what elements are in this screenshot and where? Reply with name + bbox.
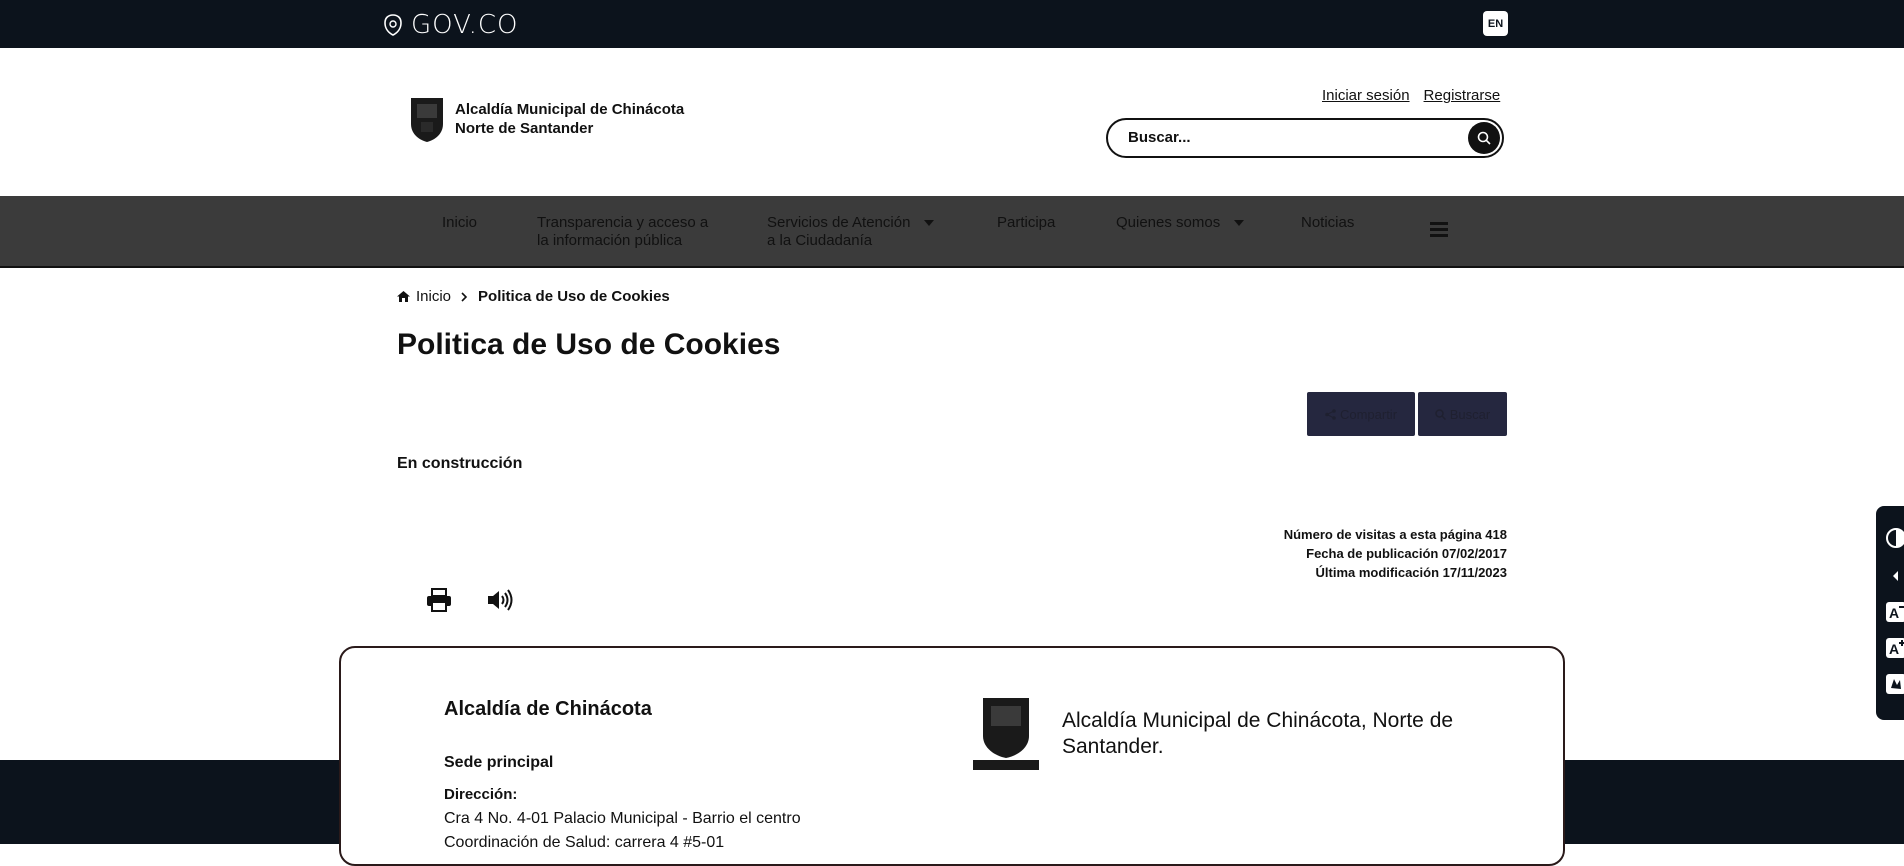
footer-coordination: Coordinación de Salud: carrera 4 #5-01: [444, 834, 725, 851]
search-icon: [1477, 131, 1491, 145]
page-body-text: En construcción: [397, 455, 523, 472]
collapse-arrow-icon[interactable]: [1884, 564, 1904, 588]
nav-label-line2: a la Ciudadanía: [767, 232, 873, 249]
nav-label: Noticias: [1301, 214, 1355, 231]
breadcrumb-home-link[interactable]: Inicio: [416, 288, 451, 305]
decrease-font-icon[interactable]: A: [1884, 600, 1904, 624]
register-link[interactable]: Registrarse: [1424, 87, 1501, 104]
breadcrumb-current: Politica de Uso de Cookies: [478, 288, 670, 305]
nav-label: Transparencia y acceso a: [537, 214, 709, 231]
share-label: Compartir: [1339, 406, 1398, 422]
nav-item-transparencia[interactable]: Transparencia y acceso a la información …: [537, 214, 708, 250]
gov-co-text: GOV.CO: [411, 10, 519, 40]
accessibility-bar: A A: [1876, 506, 1904, 720]
page-search-label: Buscar: [1449, 406, 1491, 422]
nav-label: Quienes somos: [1116, 214, 1221, 231]
nav-item-servicios[interactable]: Servicios de Atención a la Ciudadanía: [767, 214, 935, 250]
chevron-down-icon: [1234, 220, 1245, 226]
footer-address: Cra 4 No. 4-01 Palacio Municipal - Barri…: [444, 810, 801, 827]
gov-co-logo[interactable]: GOV.CO: [383, 10, 518, 40]
home-icon: [397, 291, 410, 302]
nav-label: Inicio: [442, 214, 478, 231]
share-button[interactable]: Compartir: [1307, 392, 1415, 436]
footer-sede: Sede principal: [444, 754, 554, 771]
visit-count: Número de visitas a esta página 418: [1283, 527, 1507, 542]
hamburger-menu-icon[interactable]: [1430, 222, 1448, 240]
share-icon: [1325, 408, 1336, 420]
page-tools: [426, 588, 514, 612]
footer-org-name: Alcaldía Municipal de Chinácota, Norte d…: [1062, 709, 1454, 758]
increase-font-icon[interactable]: A: [1884, 636, 1904, 660]
search-input[interactable]: [1126, 128, 1460, 147]
gov-shield-icon: [384, 14, 402, 36]
auth-links: Iniciar sesión Registrarse: [1322, 87, 1500, 104]
gov-top-bar: GOV.CO EN: [0, 0, 1904, 48]
page-metadata: Número de visitas a esta página 418 Fech…: [1284, 525, 1507, 582]
language-button[interactable]: EN: [1483, 11, 1508, 36]
site-header: Alcaldía Municipal de Chinácota Norte de…: [0, 48, 1904, 196]
municipal-crest-icon: [973, 698, 1039, 770]
municipal-crest-icon: [411, 98, 443, 142]
nav-label-line2: la información pública: [537, 232, 683, 249]
header-search: [1106, 118, 1504, 158]
page-search-button[interactable]: Buscar: [1418, 392, 1507, 436]
footer-address-label: Dirección:: [444, 786, 518, 803]
nav-label: Participa: [997, 214, 1056, 231]
sign-language-icon[interactable]: [1884, 672, 1904, 696]
search-icon: [1435, 408, 1446, 420]
nav-item-quienes-somos[interactable]: Quienes somos: [1116, 214, 1245, 232]
site-brand[interactable]: Alcaldía Municipal de Chinácota Norte de…: [405, 94, 684, 144]
brand-line-2: Norte de Santander: [455, 120, 594, 137]
login-link[interactable]: Iniciar sesión: [1322, 87, 1410, 104]
nav-label: Servicios de Atención: [767, 214, 911, 231]
page-title: Politica de Uso de Cookies: [397, 328, 781, 361]
last-modified-date: Última modificación 17/11/2023: [1315, 565, 1507, 580]
publication-date: Fecha de publicación 07/02/2017: [1306, 546, 1507, 561]
footer-title: Alcaldía de Chinácota: [444, 698, 652, 720]
print-icon[interactable]: [426, 588, 452, 612]
main-navigation: Inicio Transparencia y acceso a la infor…: [0, 196, 1904, 268]
nav-item-participa[interactable]: Participa: [997, 214, 1055, 232]
breadcrumb: Inicio Politica de Uso de Cookies: [397, 288, 670, 305]
contrast-icon[interactable]: [1884, 526, 1904, 550]
nav-item-inicio[interactable]: Inicio: [442, 214, 477, 232]
footer-card: Alcaldía de Chinácota Sede principal Dir…: [339, 646, 1565, 866]
chevron-right-icon: [461, 291, 468, 302]
search-button[interactable]: [1468, 122, 1500, 154]
page-actions: Compartir Buscar: [1307, 392, 1507, 436]
brand-line-1: Alcaldía Municipal de Chinácota: [455, 101, 685, 118]
svg-text:A: A: [1889, 641, 1899, 657]
brand-name: Alcaldía Municipal de Chinácota Norte de…: [455, 100, 684, 138]
speaker-icon[interactable]: [486, 588, 514, 612]
nav-item-noticias[interactable]: Noticias: [1301, 214, 1354, 232]
chevron-down-icon: [924, 220, 935, 226]
svg-text:A: A: [1889, 605, 1899, 621]
